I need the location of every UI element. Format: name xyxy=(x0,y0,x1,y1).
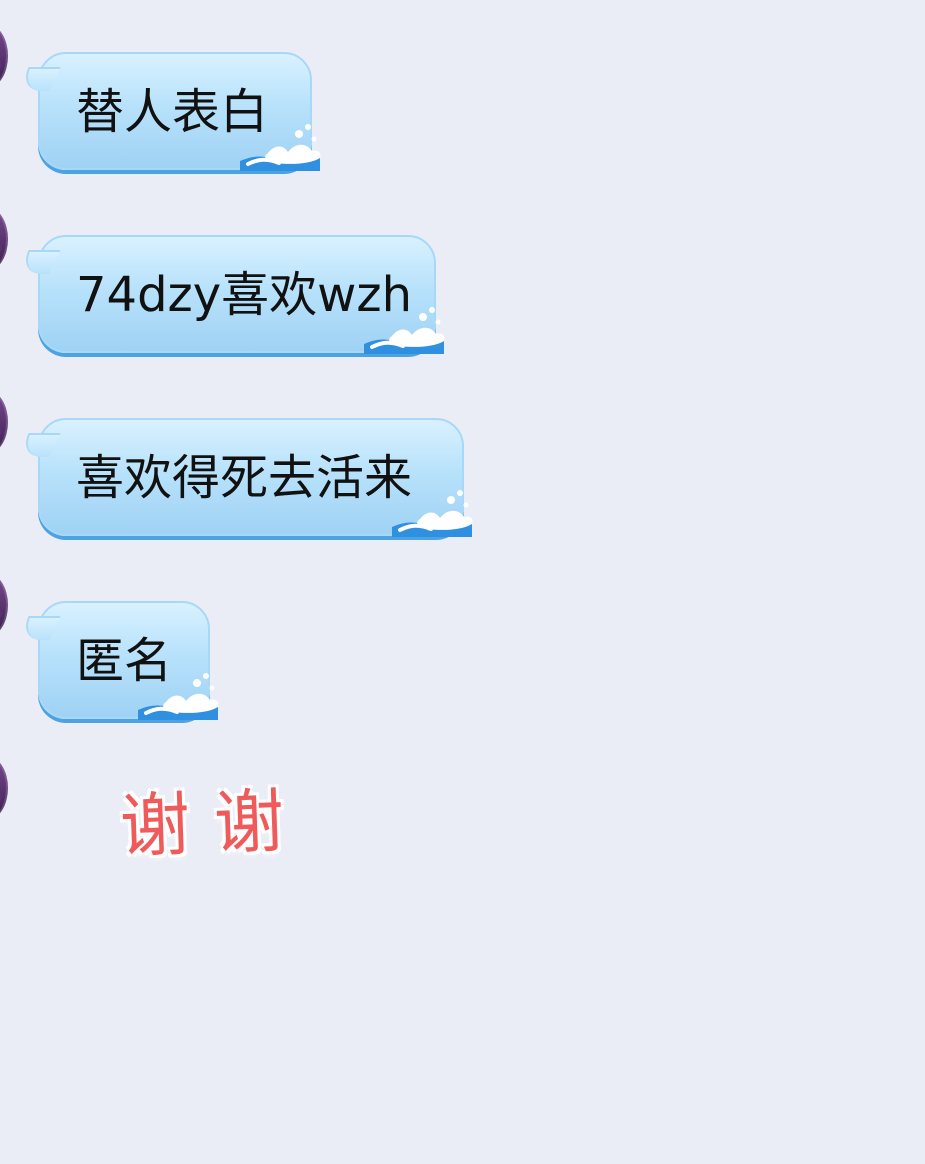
wave-icon xyxy=(138,673,219,720)
wave-icon xyxy=(240,124,321,171)
message-bubble[interactable]: 匿名 xyxy=(38,601,219,720)
message-text: 喜欢得死去活来 xyxy=(76,450,413,506)
avatar[interactable] xyxy=(0,207,8,271)
message-bubble[interactable]: 74dzy喜欢wzh xyxy=(38,235,445,354)
thank-you-sticker[interactable]: 谢 谢 xyxy=(119,776,352,870)
wave-icon xyxy=(392,490,473,537)
avatar[interactable] xyxy=(0,573,8,637)
sticker-char: 谢 xyxy=(118,783,192,868)
message-text: 74dzy喜欢wzh xyxy=(76,267,413,323)
message-bubble[interactable]: 喜欢得死去活来 xyxy=(38,418,473,537)
avatar[interactable] xyxy=(0,390,8,454)
avatar[interactable] xyxy=(0,24,8,88)
message-bubble[interactable]: 替人表白 xyxy=(38,52,321,171)
chat-thread: 替人表白 74dzy喜欢wzh 喜欢得死去活来 匿名 谢 谢 xyxy=(0,0,925,1164)
wave-icon xyxy=(364,307,445,354)
sticker-char: 谢 xyxy=(212,780,286,865)
avatar[interactable] xyxy=(0,756,8,820)
